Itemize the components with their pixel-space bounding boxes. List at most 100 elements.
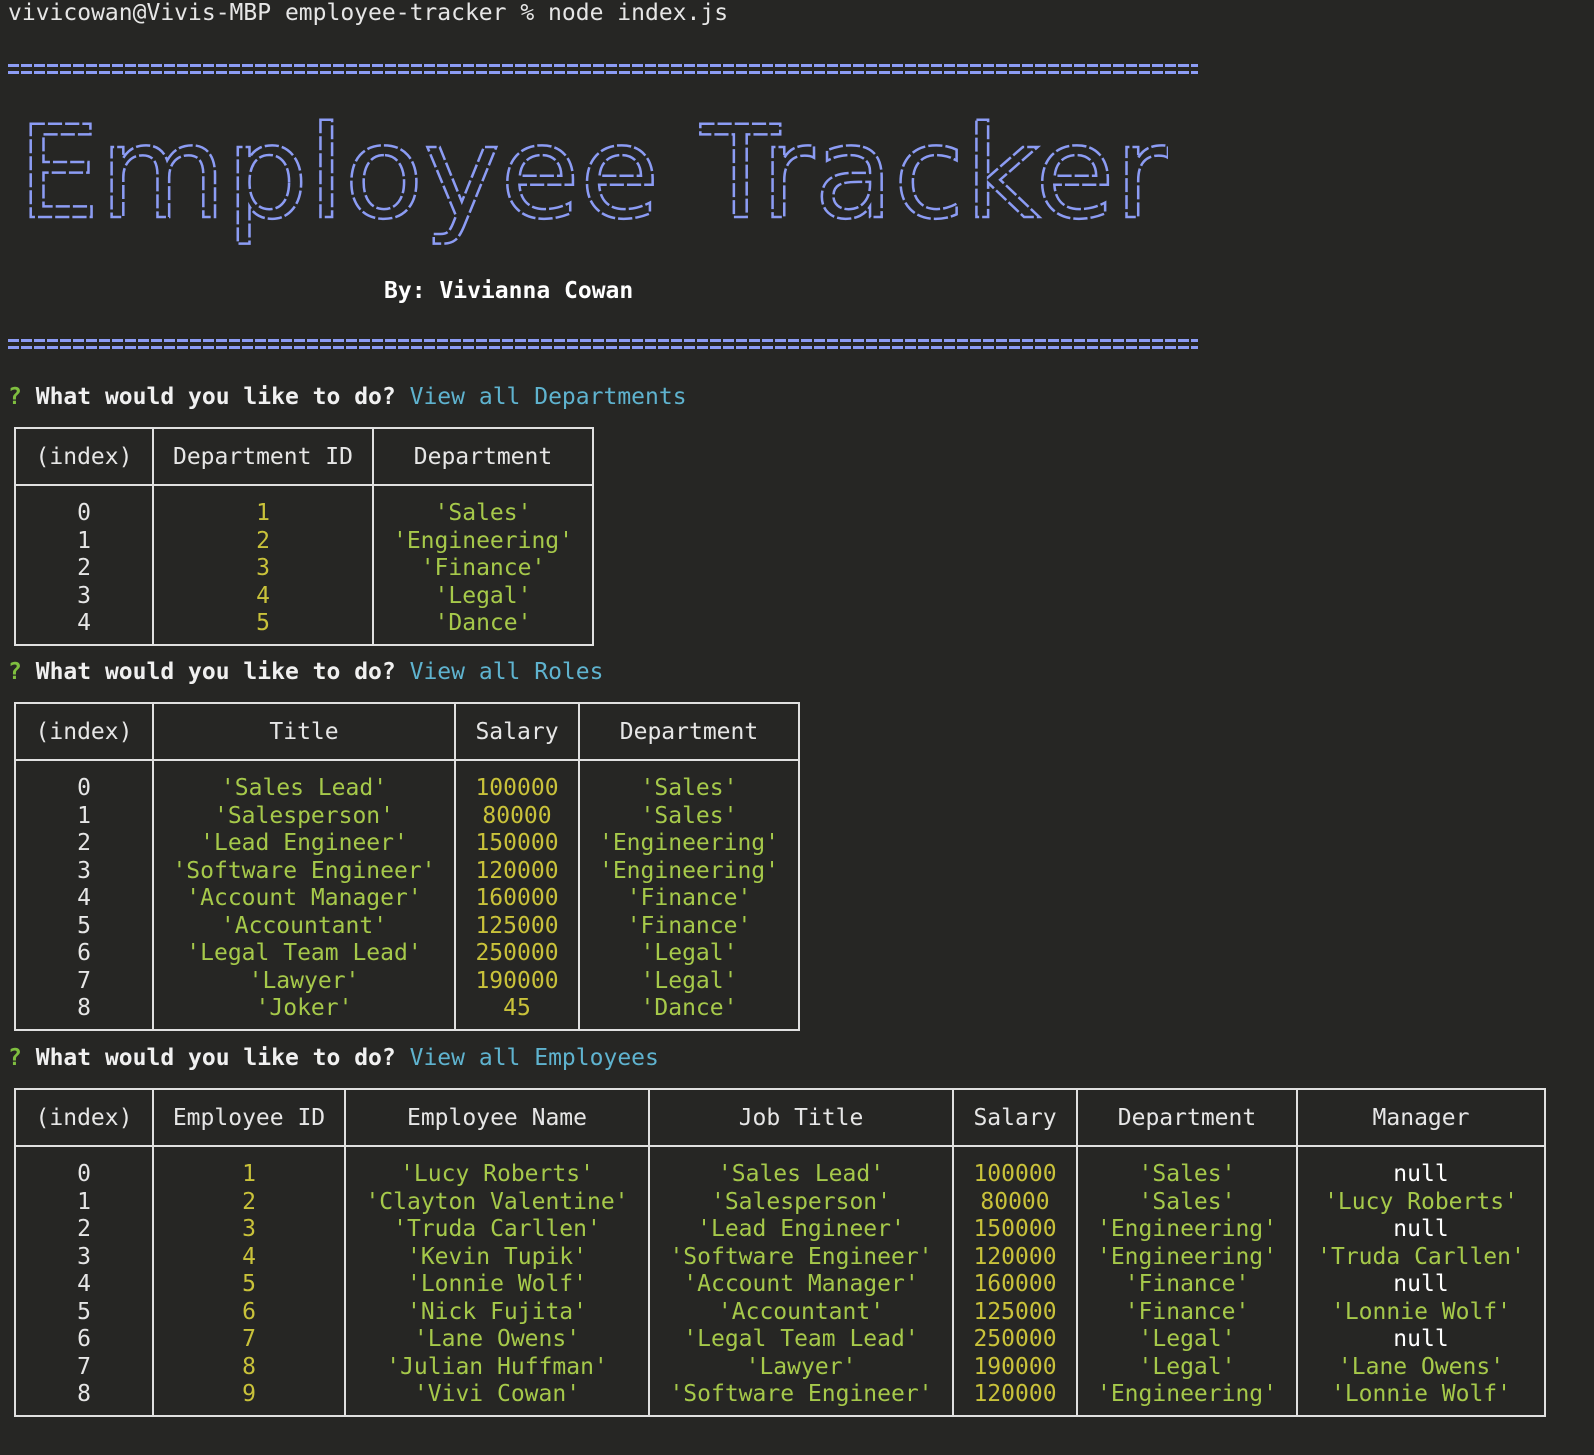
column-header: (index) [14,428,154,486]
table-row: 0 1 'Lucy Roberts' 'Sales Lead' 100000 'Sales… [14,1146,1546,1189]
table-row: 4 5 'Dance' [14,610,594,645]
table-cell: 'Salesperson' [648,1188,954,1216]
employee-tracker-ascii-banner: Employee Tracker [18,98,1168,250]
table-cell: 'Engineering' [1076,1243,1298,1271]
table-cell: 'Lonnie Wolf' [1296,1298,1546,1326]
table-cell: 160000 [454,885,580,913]
prompt-question: What would you like to do? [35,384,396,410]
table-cell: 'Lawyer' [648,1353,954,1381]
table-cell: 1 [152,485,374,528]
table-row: 6 'Legal Team Lead' 250000 'Legal' [14,940,800,968]
table-cell: 150000 [454,830,580,858]
table-cell: 4 [14,885,154,913]
prompt-mark: ? [8,1045,22,1071]
roles-table: (index) Title Salary Department 0 'Sales … [14,702,800,1031]
table-cell: 'Truda Carllen' [1296,1243,1546,1271]
table-cell: 250000 [952,1326,1078,1354]
table-cell: 3 [152,555,374,583]
column-header: Employee Name [344,1089,650,1147]
table-cell: null [1296,1271,1546,1299]
table-cell: 5 [14,912,154,940]
table-cell: 'Dance' [372,610,594,645]
table-cell: 'Legal Team Lead' [648,1326,954,1354]
employees-table: (index) Employee ID Employee Name Job Ti… [14,1088,1546,1417]
column-header: (index) [14,1089,154,1147]
table-cell: 80000 [952,1188,1078,1216]
table-cell: 'Sales Lead' [648,1146,954,1189]
table-cell: 120000 [952,1243,1078,1271]
table-row: 3 'Software Engineer' 120000 'Engineering' [14,857,800,885]
table-cell: 'Software Engineer' [648,1243,954,1271]
table-row: 3 4 'Kevin Tupik' 'Software Engineer' 120000… [14,1243,1546,1271]
table-cell: 'Julian Huffman' [344,1353,650,1381]
table-cell: 2 [152,527,374,555]
table-cell: 'Account Manager' [648,1271,954,1299]
banner-top-rule [8,64,1198,75]
table-cell: 'Engineering' [578,857,800,885]
table-row: 2 'Lead Engineer' 150000 'Engineering' [14,830,800,858]
author-byline: By: Vivianna Cowan [384,278,634,304]
table-cell: 4 [152,582,374,610]
table-cell: 'Lawyer' [152,967,456,995]
table-row: 1 2 'Clayton Valentine' 'Salesperson' 80000 '… [14,1188,1546,1216]
table-cell: 'Accountant' [152,912,456,940]
table-row: 0 1 'Sales' [14,485,594,528]
prompt-question: What would you like to do? [35,1045,396,1071]
table-cell: null [1296,1146,1546,1189]
table-cell: 'Lucy Roberts' [1296,1188,1546,1216]
prompt-answer: View all Departments [409,384,687,410]
table-cell: 120000 [454,857,580,885]
table-row: 2 3 'Finance' [14,555,594,583]
table-row: 1 'Salesperson' 80000 'Sales' [14,802,800,830]
table-cell: 1 [14,1188,154,1216]
table-cell: 3 [14,857,154,885]
column-header: Title [152,703,456,761]
table-cell: 'Sales' [578,760,800,803]
table-cell: 'Lonnie Wolf' [1296,1381,1546,1416]
table-cell: null [1296,1216,1546,1244]
table-cell: 250000 [454,940,580,968]
table-cell: 'Sales' [1076,1146,1298,1189]
column-header: Department ID [152,428,374,486]
table-cell: 'Legal' [578,967,800,995]
table-cell: 5 [152,1271,346,1299]
table-cell: 1 [14,802,154,830]
table-cell: 'Finance' [372,555,594,583]
table-cell: 45 [454,995,580,1030]
column-header: Employee ID [152,1089,346,1147]
table-cell: 'Engineering' [578,830,800,858]
table-cell: 'Dance' [578,995,800,1030]
prompt-answer: View all Roles [409,659,604,685]
table-row: 7 8 'Julian Huffman' 'Lawyer' 190000 'Legal' '… [14,1353,1546,1381]
table-row: 4 5 'Lonnie Wolf' 'Account Manager' 160000 'F… [14,1271,1546,1299]
table-cell: 'Sales Lead' [152,760,456,803]
table-cell: 'Finance' [578,885,800,913]
table-row: 5 6 'Nick Fujita' 'Accountant' 125000 'Financ… [14,1298,1546,1326]
table-cell: 'Lane Owens' [344,1326,650,1354]
table-cell: 'Finance' [578,912,800,940]
column-header: Manager [1296,1089,1546,1147]
table-cell: 'Lead Engineer' [648,1216,954,1244]
table-cell: 150000 [952,1216,1078,1244]
table-cell: 8 [14,995,154,1030]
table-cell: 'Engineering' [372,527,594,555]
command-line: vivicowan@Vivis-MBP employee-tracker % n… [8,0,729,26]
table-cell: 5 [152,610,374,645]
table-cell: 3 [152,1216,346,1244]
table-cell: 8 [14,1381,154,1416]
table-row: 3 4 'Legal' [14,582,594,610]
prompt-mark: ? [8,384,22,410]
table-row: 8 9 'Vivi Cowan' 'Software Engineer' 120000 '… [14,1381,1546,1416]
table-cell: 'Finance' [1076,1271,1298,1299]
table-cell: 'Lonnie Wolf' [344,1271,650,1299]
table-cell: 7 [14,967,154,995]
table-cell: 4 [152,1243,346,1271]
table-cell: 'Account Manager' [152,885,456,913]
prompt-employees: ? What would you like to do? View all Em… [8,1045,659,1071]
banner-title: Employee Tracker [18,99,1168,248]
table-row: 2 3 'Truda Carllen' 'Lead Engineer' 150000 'E… [14,1216,1546,1244]
table-cell: 5 [14,1298,154,1326]
table-row: 7 'Lawyer' 190000 'Legal' [14,967,800,995]
table-cell: null [1296,1326,1546,1354]
table-cell: 'Software Engineer' [648,1381,954,1416]
